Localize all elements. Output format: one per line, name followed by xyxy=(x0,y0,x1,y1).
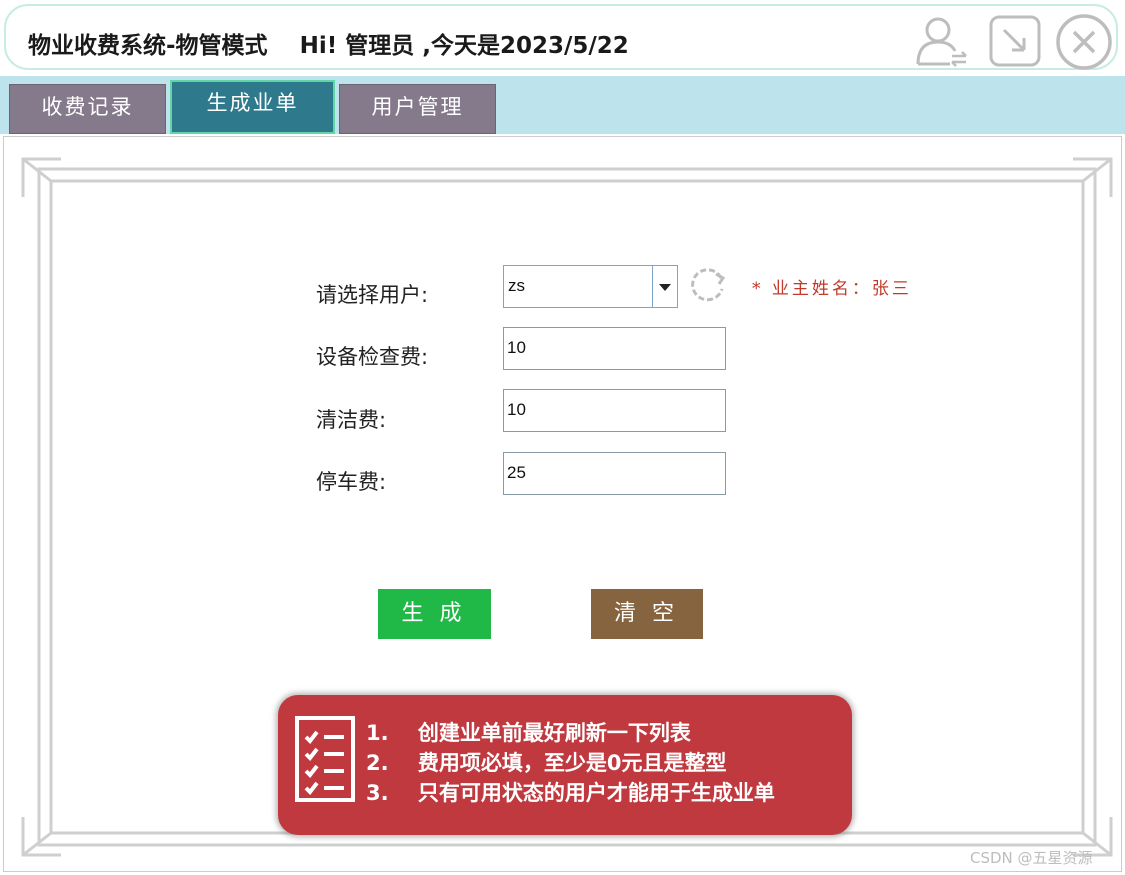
parking-fee-label: 停车费: xyxy=(316,470,387,494)
close-icon[interactable] xyxy=(1054,12,1114,76)
switch-user-icon[interactable] xyxy=(912,12,970,74)
inspection-fee-label: 设备检查费: xyxy=(316,345,429,369)
user-select[interactable]: zs xyxy=(503,265,678,308)
title-bar: 物业收费系统-物管模式 Hi! 管理员 ,今天是2023/5/22 xyxy=(4,4,1118,70)
generate-button[interactable]: 生成 xyxy=(378,589,491,639)
tab-generate-bill[interactable]: 生成业单 xyxy=(170,80,335,134)
app-title: 物业收费系统-物管模式 Hi! 管理员 ,今天是2023/5/22 xyxy=(28,33,629,59)
tip-2: 2. 费用项必填，至少是0元且是整型 xyxy=(366,751,727,775)
tab-bar: 收费记录 生成业单 用户管理 xyxy=(0,76,1125,134)
clear-button[interactable]: 清空 xyxy=(591,589,703,639)
cleaning-fee-label: 清洁费: xyxy=(316,408,387,432)
owner-name-hint: * 业主姓名：张三 xyxy=(752,279,912,299)
refresh-icon[interactable] xyxy=(688,264,728,308)
cleaning-fee-input[interactable]: 10 xyxy=(503,389,726,432)
tab-user-management[interactable]: 用户管理 xyxy=(339,84,496,134)
chevron-down-icon xyxy=(659,284,671,291)
tips-panel: 1. 创建业单前最好刷新一下列表 2. 费用项必填，至少是0元且是整型 3. 只… xyxy=(278,695,852,835)
minimize-icon[interactable] xyxy=(986,12,1044,74)
main-panel: 请选择用户: zs * 业主姓名：张三 设备检查费: 10 清洁费: 10 停车… xyxy=(3,136,1122,872)
inspection-fee-input[interactable]: 10 xyxy=(503,327,726,370)
user-select-label: 请选择用户: xyxy=(316,283,429,307)
tab-charge-records[interactable]: 收费记录 xyxy=(9,84,166,134)
user-select-value: zs xyxy=(508,276,525,295)
watermark: CSDN @五星资源 xyxy=(970,849,1093,867)
dropdown-button[interactable] xyxy=(652,266,677,307)
checklist-icon xyxy=(294,715,356,807)
parking-fee-input[interactable]: 25 xyxy=(503,452,726,495)
tip-1: 1. 创建业单前最好刷新一下列表 xyxy=(366,721,691,745)
tip-3: 3. 只有可用状态的用户才能用于生成业单 xyxy=(366,781,775,805)
